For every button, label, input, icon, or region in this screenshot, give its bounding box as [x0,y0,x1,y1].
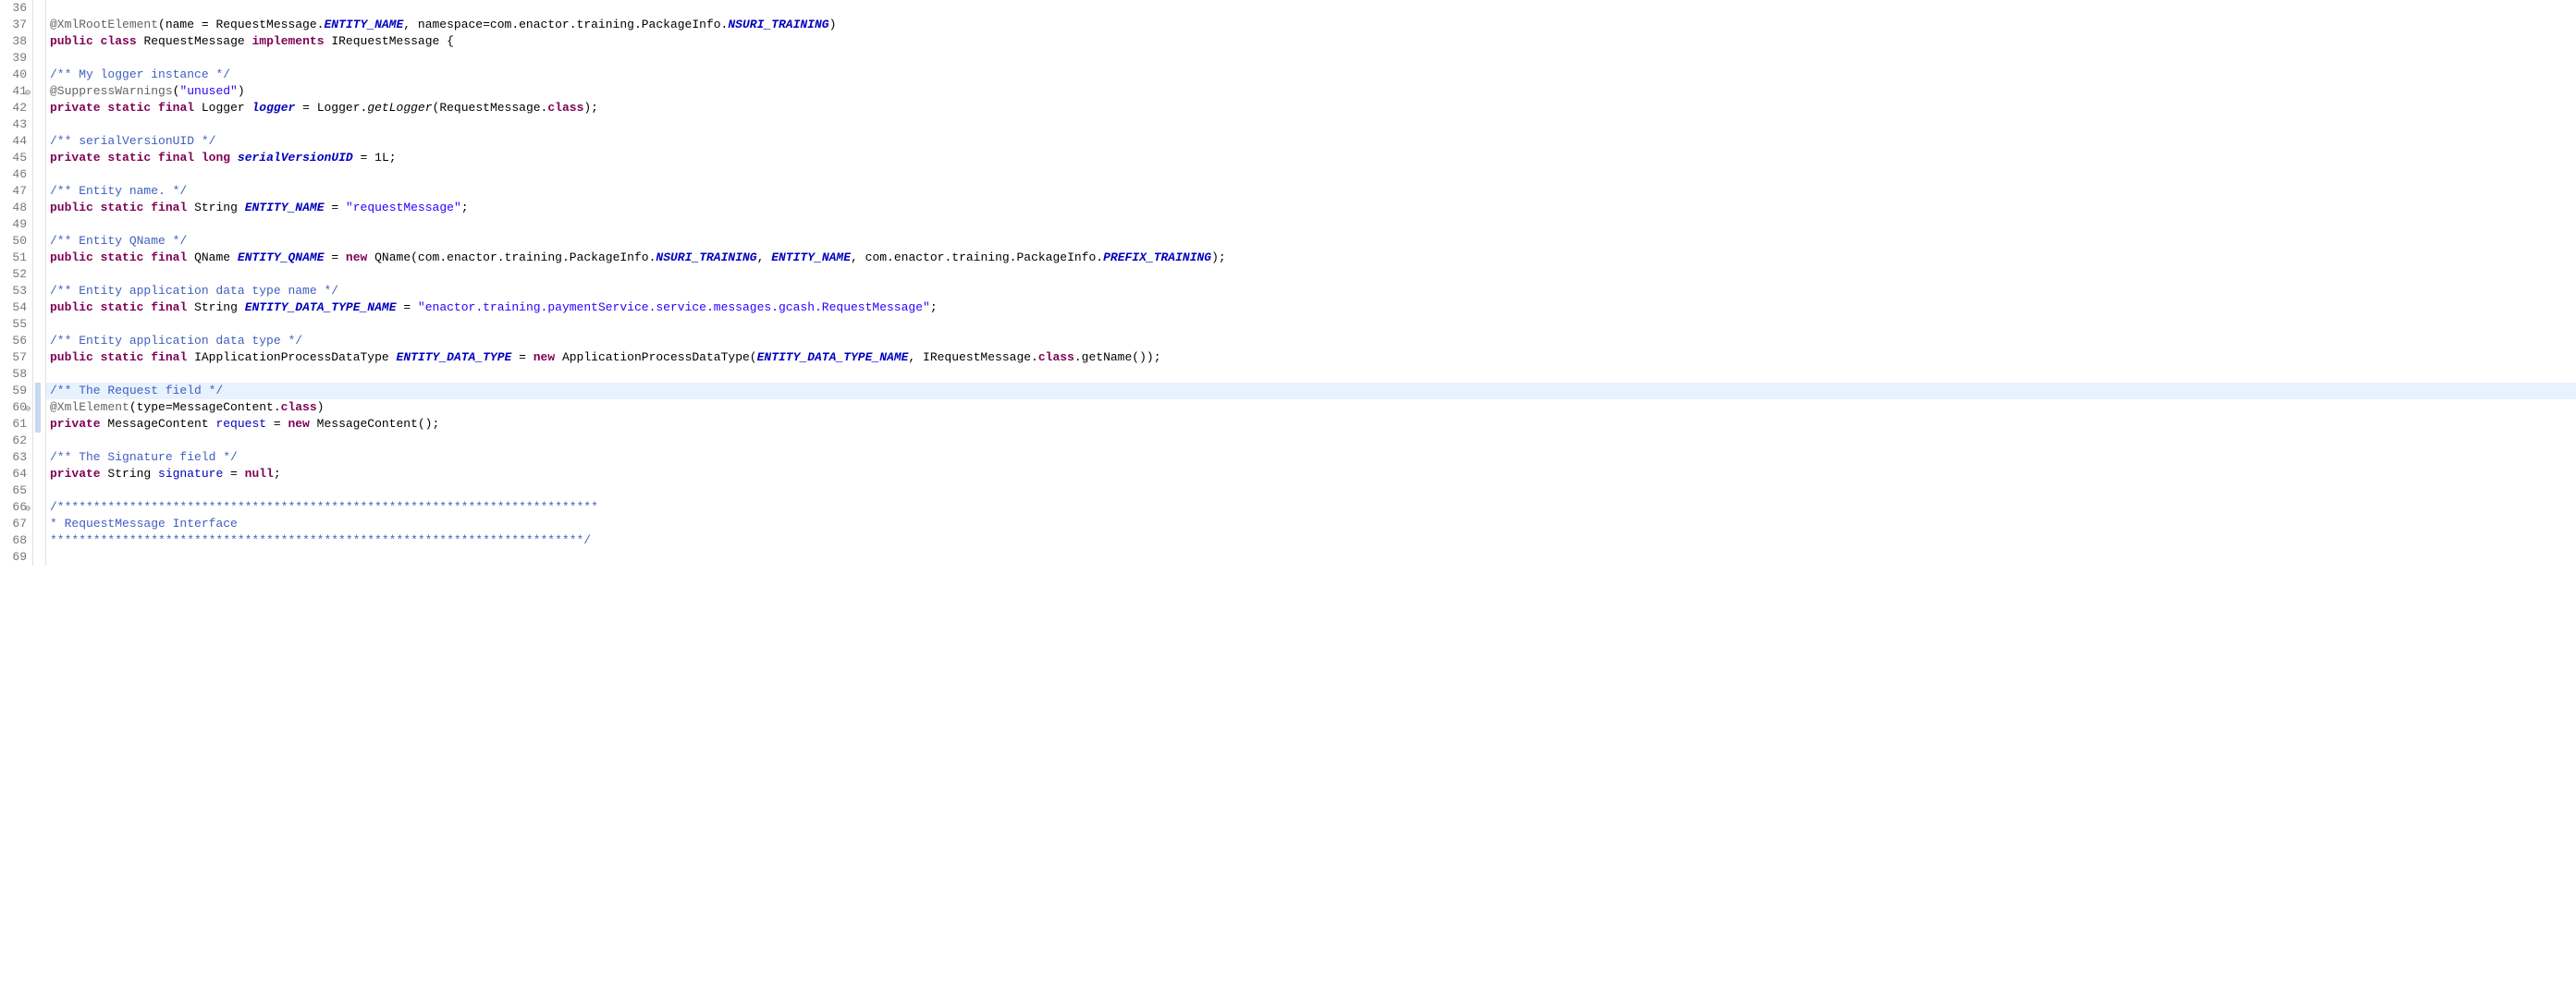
change-marker-column [33,0,46,566]
code-line[interactable] [46,0,2576,17]
code-line[interactable] [46,482,2576,499]
code-line[interactable]: @SuppressWarnings("unused") [46,83,2576,100]
line-number[interactable]: 60⊖ [4,399,27,416]
line-number[interactable]: 42 [4,100,27,116]
line-number[interactable]: 58 [4,366,27,383]
line-number[interactable]: 59 [4,383,27,399]
line-number[interactable]: 54 [4,299,27,316]
line-number[interactable]: 36 [4,0,27,17]
line-number[interactable]: 47 [4,183,27,200]
code-line[interactable]: /** Entity application data type */ [46,333,2576,349]
code-line[interactable]: ****************************************… [46,532,2576,549]
code-line[interactable]: private MessageContent request = new Mes… [46,416,2576,433]
line-number[interactable]: 64 [4,466,27,482]
line-number[interactable]: 53 [4,283,27,299]
line-number[interactable]: 65 [4,482,27,499]
code-line[interactable]: /** Entity application data type name */ [46,283,2576,299]
line-number[interactable]: 51 [4,250,27,266]
code-line[interactable] [46,216,2576,233]
line-number-gutter[interactable]: 363738394041⊖424344454647484950515253545… [0,0,33,566]
line-number[interactable]: 56 [4,333,27,349]
code-line[interactable]: public static final String ENTITY_DATA_T… [46,299,2576,316]
line-number[interactable]: 69 [4,549,27,566]
code-line[interactable]: private static final long serialVersionU… [46,150,2576,166]
code-line[interactable] [46,50,2576,67]
line-number[interactable]: 49 [4,216,27,233]
fold-toggle-icon[interactable]: ⊖ [21,402,31,411]
code-line[interactable] [46,266,2576,283]
code-line[interactable]: /** Entity QName */ [46,233,2576,250]
code-line[interactable]: public static final QName ENTITY_QNAME =… [46,250,2576,266]
line-number[interactable]: 63 [4,449,27,466]
code-line[interactable] [46,316,2576,333]
line-number[interactable]: 39 [4,50,27,67]
code-line[interactable] [46,116,2576,133]
code-line[interactable]: public class RequestMessage implements I… [46,33,2576,50]
code-line[interactable]: private String signature = null; [46,466,2576,482]
code-line[interactable]: public static final IApplicationProcessD… [46,349,2576,366]
line-number[interactable]: 52 [4,266,27,283]
code-line[interactable]: private static final Logger logger = Log… [46,100,2576,116]
line-number[interactable]: 66⊖ [4,499,27,516]
line-number[interactable]: 44 [4,133,27,150]
code-line[interactable] [46,366,2576,383]
code-line[interactable]: /** serialVersionUID */ [46,133,2576,150]
line-number[interactable]: 68 [4,532,27,549]
code-editor[interactable]: 363738394041⊖424344454647484950515253545… [0,0,2576,566]
code-line[interactable]: /** Entity name. */ [46,183,2576,200]
line-number[interactable]: 37 [4,17,27,33]
code-line[interactable]: /***************************************… [46,499,2576,516]
line-number[interactable]: 41⊖ [4,83,27,100]
code-line[interactable]: /** The Signature field */ [46,449,2576,466]
line-number[interactable]: 67 [4,516,27,532]
fold-toggle-icon[interactable]: ⊖ [21,86,31,95]
line-number[interactable]: 50 [4,233,27,250]
line-number[interactable]: 61 [4,416,27,433]
code-line[interactable]: /** My logger instance */ [46,67,2576,83]
code-line[interactable] [46,166,2576,183]
line-number[interactable]: 40 [4,67,27,83]
code-line[interactable] [46,549,2576,566]
line-number[interactable]: 57 [4,349,27,366]
line-number[interactable]: 38 [4,33,27,50]
code-line[interactable]: /** The Request field */ [46,383,2576,399]
fold-toggle-icon[interactable]: ⊖ [21,502,31,511]
code-area[interactable]: @XmlRootElement(name = RequestMessage.EN… [46,0,2576,566]
line-number[interactable]: 55 [4,316,27,333]
line-number[interactable]: 62 [4,433,27,449]
line-number[interactable]: 43 [4,116,27,133]
line-number[interactable]: 46 [4,166,27,183]
line-number[interactable]: 45 [4,150,27,166]
code-line[interactable]: * RequestMessage Interface [46,516,2576,532]
code-line[interactable]: public static final String ENTITY_NAME =… [46,200,2576,216]
code-line[interactable] [46,433,2576,449]
line-number[interactable]: 48 [4,200,27,216]
code-line[interactable]: @XmlElement(type=MessageContent.class) [46,399,2576,416]
code-line[interactable]: @XmlRootElement(name = RequestMessage.EN… [46,17,2576,33]
